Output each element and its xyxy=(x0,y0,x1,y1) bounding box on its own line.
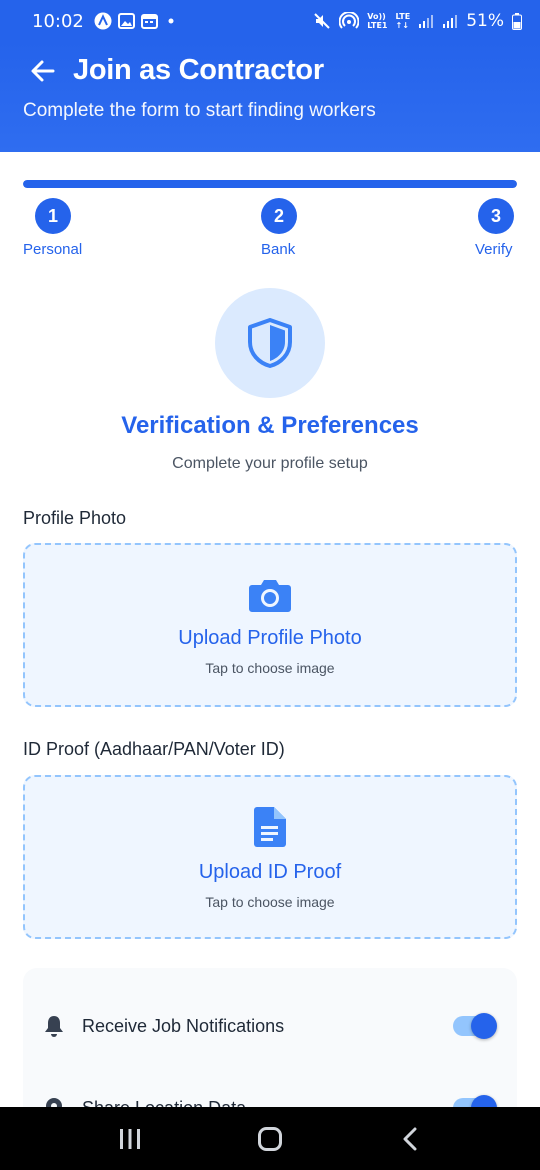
camera-icon xyxy=(248,575,292,615)
notifications-toggle[interactable] xyxy=(453,1013,497,1039)
section-subtitle: Complete your profile setup xyxy=(172,455,368,472)
home-icon xyxy=(258,1126,282,1151)
upload-id-proof-title: Upload ID Proof xyxy=(198,861,342,883)
signal-r-icon xyxy=(442,13,458,29)
back-nav-button[interactable] xyxy=(390,1119,430,1159)
home-button[interactable] xyxy=(250,1119,290,1159)
recents-icon xyxy=(120,1128,140,1149)
volte-top: Vo)) xyxy=(367,12,386,21)
dot-icon xyxy=(164,14,178,28)
status-time: 10:02 xyxy=(32,10,84,32)
step-2-label: Bank xyxy=(261,241,296,258)
battery-percent: 51% xyxy=(466,11,504,31)
id-proof-label: ID Proof (Aadhaar/PAN/Voter ID) xyxy=(23,739,285,759)
pref-notifications-label: Receive Job Notifications xyxy=(82,1015,285,1036)
page-title: Join as Contractor xyxy=(73,54,324,86)
upload-profile-photo-title: Upload Profile Photo xyxy=(178,627,362,649)
step-1-label: Personal xyxy=(23,241,83,258)
recents-button[interactable] xyxy=(110,1119,150,1159)
step-1-circle: 1 xyxy=(35,198,71,234)
page-subtitle: Complete the form to start finding worke… xyxy=(23,100,376,121)
volte-icon: Vo)) LTE1 xyxy=(367,12,387,30)
preferences-card: Receive Job Notifications Share Location… xyxy=(23,968,517,1128)
hotspot-icon xyxy=(339,12,360,30)
gallery-icon xyxy=(117,13,135,29)
back-icon xyxy=(403,1127,417,1150)
lte-bottom: ↑↓ xyxy=(395,21,409,30)
upload-profile-photo-button[interactable]: Upload Profile Photo Tap to choose image xyxy=(23,543,517,707)
shield-icon xyxy=(248,318,292,368)
document-icon xyxy=(253,805,287,849)
hero-badge xyxy=(215,288,325,398)
status-left-icons xyxy=(94,12,178,30)
system-nav-bar xyxy=(0,1107,540,1170)
toggle-knob xyxy=(471,1013,497,1039)
status-bar: 10:02 Vo)) LTE1 LTE ↑↓ 51% xyxy=(0,0,540,42)
upload-id-proof-hint: Tap to choose image xyxy=(205,894,335,910)
pref-row-notifications: Receive Job Notifications xyxy=(23,1006,517,1046)
step-2-circle: 2 xyxy=(261,198,297,234)
app-a-icon xyxy=(94,12,112,30)
section-title: Verification & Preferences xyxy=(121,412,419,439)
progress-fill xyxy=(23,180,517,188)
step-3-circle: 3 xyxy=(478,198,514,234)
signal-icon xyxy=(418,13,434,29)
mute-icon xyxy=(313,12,331,30)
calendar-icon xyxy=(140,13,158,29)
arrow-left-icon xyxy=(31,60,55,82)
lte-icon: LTE ↑↓ xyxy=(396,12,411,30)
status-right: Vo)) LTE1 LTE ↑↓ 51% xyxy=(313,11,522,31)
step-2: 2 Bank xyxy=(261,198,297,258)
bell-icon xyxy=(43,1015,65,1037)
step-1: 1 Personal xyxy=(23,198,82,258)
lte-top: LTE xyxy=(395,12,411,21)
volte-bottom: LTE1 xyxy=(367,21,388,30)
back-button[interactable] xyxy=(30,58,56,84)
app-header: Join as Contractor Complete the form to … xyxy=(0,42,540,152)
battery-icon xyxy=(512,12,522,30)
upload-profile-photo-hint: Tap to choose image xyxy=(205,660,335,676)
step-3: 3 Verify xyxy=(475,198,514,258)
progress-bar xyxy=(23,180,517,188)
profile-photo-label: Profile Photo xyxy=(23,508,127,528)
upload-id-proof-button[interactable]: Upload ID Proof Tap to choose image xyxy=(23,775,517,939)
step-3-label: Verify xyxy=(475,241,513,258)
